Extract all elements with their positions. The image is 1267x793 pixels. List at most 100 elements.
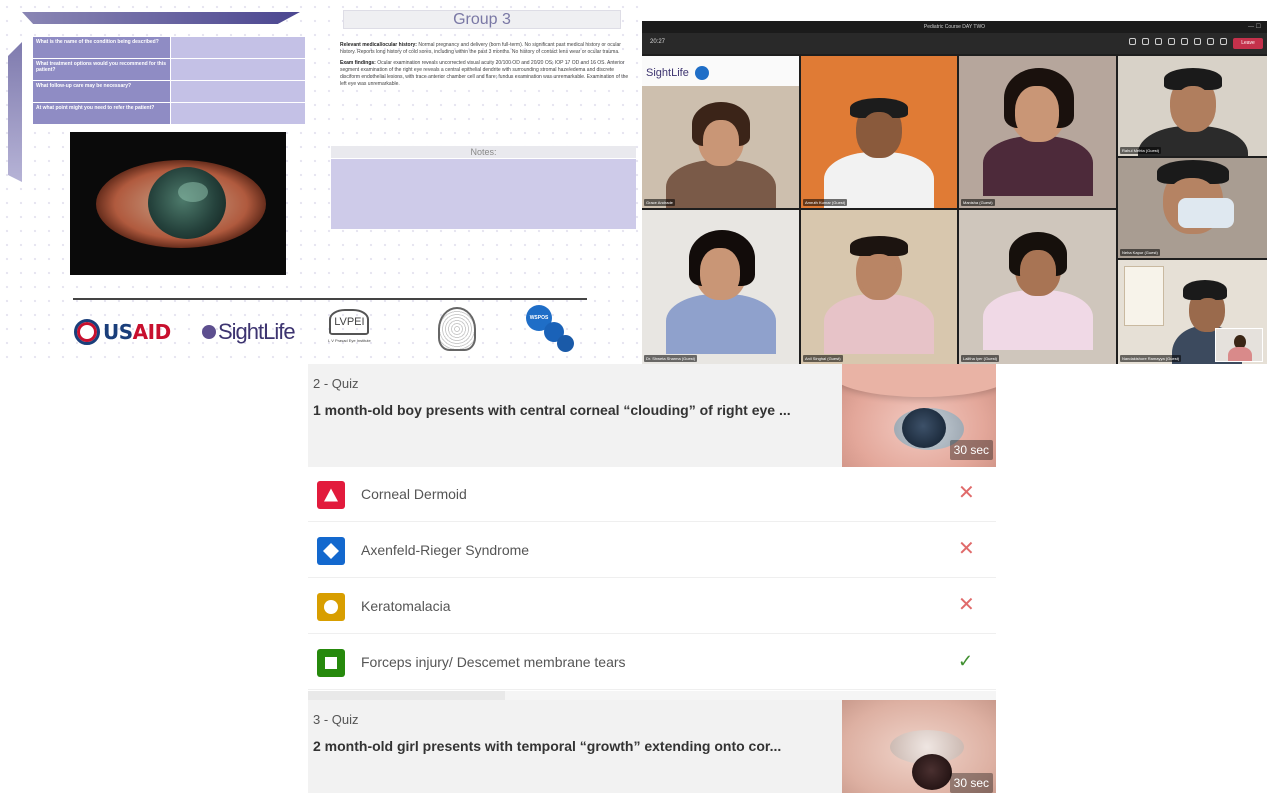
answer-cell [171, 103, 305, 124]
notes-box [331, 159, 636, 229]
quiz-question-header[interactable]: 2 - Quiz 1 month-old boy presents with c… [308, 364, 996, 467]
participant-name: Lalitha Iyer (Guest) [961, 355, 1000, 362]
lvpei-logo: LVPEI L V Prasad Eye Institute [328, 309, 371, 343]
meeting-timer: 20:27 [650, 39, 666, 45]
progress-bar [308, 691, 505, 700]
usaid-seal-icon [74, 319, 100, 345]
camera-icon[interactable] [1194, 38, 1201, 45]
answer-label: Forceps injury/ Descemet membrane tears [361, 654, 626, 670]
triangle-icon [317, 481, 345, 509]
notes-header: Notes: [331, 146, 636, 158]
eye-clinical-photo [70, 132, 286, 275]
incorrect-icon: ✕ [958, 538, 975, 560]
presentation-slide: What is the name of the condition being … [0, 0, 642, 360]
more-icon[interactable] [1181, 38, 1188, 45]
wspos-mini-icon [694, 66, 709, 80]
sightlife-text: SightLife [218, 319, 296, 344]
question-text: 1 month-old boy presents with central co… [313, 402, 791, 418]
participant-name: Rahul Mehta (Guest) [1120, 147, 1162, 154]
case-history: Relevant medical/ocular history: Normal … [340, 42, 630, 92]
sightlife-circle-icon [202, 325, 216, 339]
section-separator [308, 691, 996, 700]
usaid-text-a: US [103, 320, 133, 344]
question-image: 30 sec [842, 364, 996, 467]
usaid-text-b: AID [132, 320, 172, 344]
answer-label: Corneal Dermoid [361, 486, 467, 502]
video-call-window: Pediatric Course DAY TWO — ☐ 20:27 Leave… [642, 21, 1267, 364]
question-number: 2 - Quiz [313, 376, 359, 391]
question-row: What is the name of the condition being … [33, 37, 305, 58]
video-tile[interactable]: Nandakishore Ramayya (Guest) [1118, 260, 1267, 364]
question-image: 30 sec [842, 700, 996, 793]
sightlife-logo: SightLife [202, 319, 296, 345]
participant-name: Manisha (Guest) [961, 199, 995, 206]
question-cell: What follow-up care may be necessary? [33, 81, 170, 102]
window-controls[interactable]: — ☐ [1248, 21, 1261, 33]
answer-cell [171, 37, 305, 58]
video-tile[interactable]: Anil Singhal (Guest) [801, 210, 957, 364]
history-label: Relevant medical/ocular history: [340, 42, 417, 48]
video-tile[interactable]: Amruth Kumar (Guest) [801, 56, 957, 208]
video-tile[interactable]: Grace Andrade [642, 86, 799, 208]
raise-hand-icon[interactable] [1155, 38, 1162, 45]
sightlife-mini-logo: SightLife [646, 67, 689, 79]
video-tile[interactable]: Neha Kapur (Guest) [1118, 158, 1267, 258]
lvpei-caption: L V Prasad Eye Institute [328, 338, 371, 343]
square-icon [317, 649, 345, 677]
leave-button[interactable]: Leave [1233, 38, 1263, 49]
participant-name: Grace Andrade [644, 199, 675, 206]
answer-option[interactable]: Keratomalacia ✕ [308, 579, 996, 634]
quiz-list: 2 - Quiz 1 month-old boy presents with c… [308, 364, 996, 793]
answer-option[interactable]: Corneal Dermoid ✕ [308, 467, 996, 522]
incorrect-icon: ✕ [958, 594, 975, 616]
usaid-logo: USAID [74, 319, 171, 345]
timer-badge: 30 sec [949, 773, 993, 793]
emblem-logo-icon [438, 307, 476, 351]
question-text: 2 month-old girl presents with temporal … [313, 738, 782, 754]
participant-name: Anil Singhal (Guest) [803, 355, 843, 362]
participant-name: Neha Kapur (Guest) [1120, 249, 1160, 256]
participant-name: Dr. Shweta Sharma (Guest) [644, 355, 698, 362]
logo-divider [73, 298, 587, 300]
slide-side-bar [8, 42, 22, 182]
mic-icon[interactable] [1207, 38, 1214, 45]
diamond-icon [317, 537, 345, 565]
incorrect-icon: ✕ [958, 482, 975, 504]
video-tile[interactable]: Rahul Mehta (Guest) [1118, 56, 1267, 156]
answer-cell [171, 59, 305, 80]
circle-icon [317, 593, 345, 621]
exam-label: Exam findings: [340, 60, 376, 66]
share-icon[interactable] [1220, 38, 1227, 45]
video-tile[interactable]: Lalitha Iyer (Guest) [959, 210, 1116, 364]
participant-name: Nandakishore Ramayya (Guest) [1120, 355, 1182, 362]
timer-badge: 30 sec [949, 440, 993, 460]
video-tile[interactable]: Manisha (Guest) [959, 56, 1116, 208]
chat-icon[interactable] [1142, 38, 1149, 45]
window-titlebar: Pediatric Course DAY TWO — ☐ [642, 21, 1267, 33]
question-row: At what point might you need to refer th… [33, 103, 305, 124]
question-row: What treatment options would you recomme… [33, 59, 305, 80]
video-tile[interactable]: Dr. Shweta Sharma (Guest) [642, 210, 799, 364]
meeting-toolbar: 20:27 Leave [642, 33, 1267, 54]
self-view-thumbnail[interactable] [1215, 328, 1263, 362]
question-cell: At what point might you need to refer th… [33, 103, 170, 124]
answer-cell [171, 81, 305, 102]
question-cell: What is the name of the condition being … [33, 37, 170, 58]
partner-logos: USAID SightLife LVPEI L V Prasad Eye Ins… [70, 305, 590, 355]
group-title: Group 3 [343, 10, 621, 29]
shared-logo-strip: SightLife [642, 56, 799, 86]
people-icon[interactable] [1129, 38, 1136, 45]
face-mask [1178, 198, 1234, 228]
slide-header-bar [22, 12, 300, 24]
correct-check-icon: ✓ [958, 651, 974, 671]
answer-option[interactable]: Axenfeld-Rieger Syndrome ✕ [308, 523, 996, 578]
question-number: 3 - Quiz [313, 712, 359, 727]
rooms-icon[interactable] [1168, 38, 1175, 45]
answer-label: Axenfeld-Rieger Syndrome [361, 542, 530, 558]
meeting-controls [1129, 38, 1227, 45]
quiz-question-header[interactable]: 3 - Quiz 2 month-old girl presents with … [308, 700, 996, 793]
participant-name: Amruth Kumar (Guest) [803, 199, 848, 206]
wspos-logo: WSPOS [526, 305, 586, 355]
answer-option[interactable]: Forceps injury/ Descemet membrane tears … [308, 635, 996, 690]
question-cell: What treatment options would you recomme… [33, 59, 170, 80]
